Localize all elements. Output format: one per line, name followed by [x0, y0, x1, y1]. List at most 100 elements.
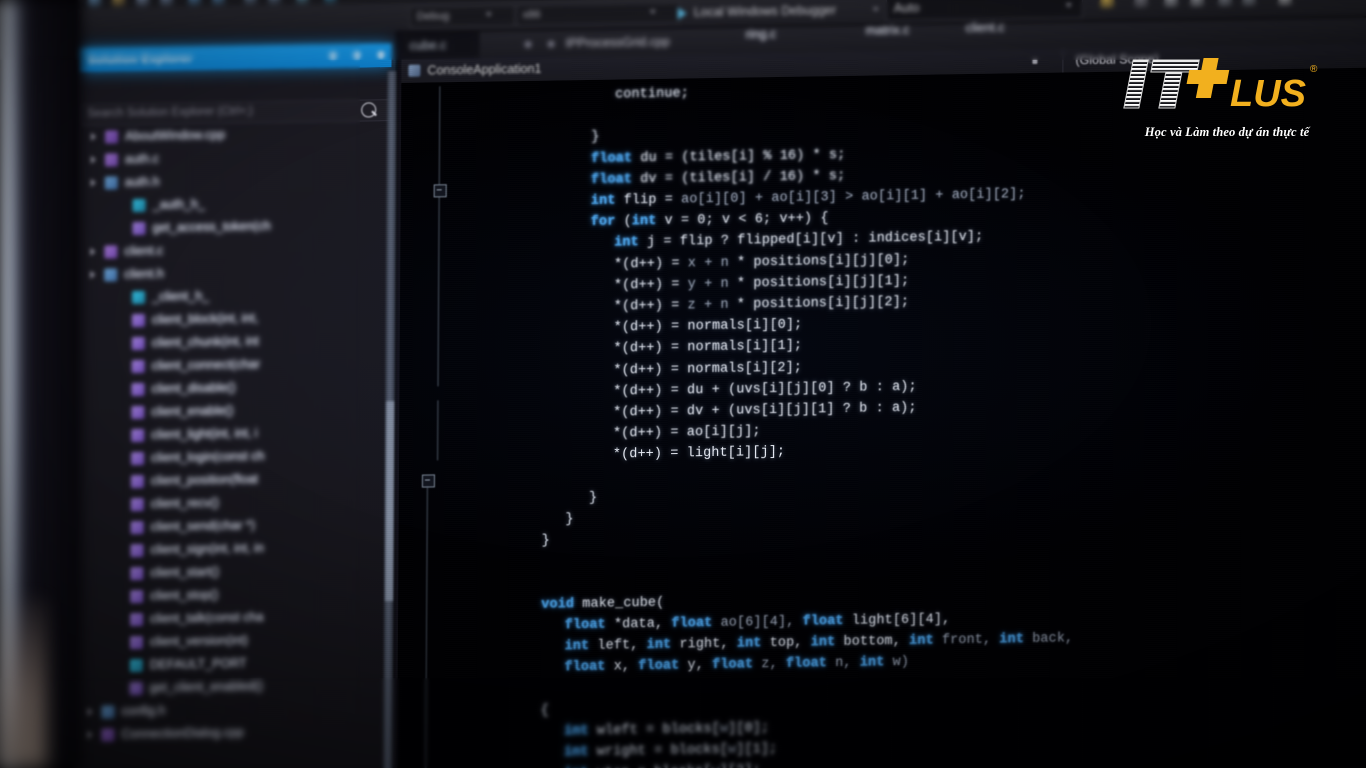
nav-back-icon[interactable] — [243, 0, 258, 5]
new-file-icon[interactable] — [87, 0, 102, 7]
save-icon[interactable] — [135, 0, 150, 7]
code-token: front, — [941, 632, 1000, 649]
method-icon — [130, 612, 144, 627]
chevron-right-icon[interactable] — [90, 155, 96, 164]
code-token: *(d++) = dv + (uvs[i][j][1] ? b : a); — [613, 400, 917, 421]
auto-caret-icon[interactable] — [1065, 3, 1072, 8]
settings-icon[interactable] — [1133, 0, 1149, 9]
attach-icon[interactable] — [1099, 0, 1115, 9]
code-token: int — [631, 213, 665, 230]
start-icon[interactable] — [323, 0, 338, 4]
code-token: x + n — [687, 255, 738, 272]
code-token: int — [999, 632, 1033, 648]
solution-tree-item-label: DEFAULT_PORT — [149, 656, 247, 672]
code-line: } — [565, 512, 573, 527]
editor-tab-cube-c[interactable]: cube.c — [401, 31, 480, 59]
code-token: float — [590, 171, 641, 188]
grid-icon[interactable] — [1163, 0, 1179, 8]
chevron-right-icon[interactable] — [90, 270, 96, 279]
indent-guide — [437, 400, 439, 461]
solution-tree-item-label: client_disable() — [151, 380, 236, 396]
nav-forward-icon[interactable] — [267, 0, 282, 5]
code-token: back, — [1032, 631, 1074, 648]
chevron-right-icon[interactable] — [90, 178, 96, 187]
solution-tree-item-label: client_enable() — [151, 403, 234, 419]
code-token: } — [565, 512, 574, 528]
sync-icon[interactable] — [295, 0, 310, 4]
method-icon — [131, 405, 145, 420]
step-over-icon[interactable] — [1241, 0, 1257, 7]
code-token: } — [589, 490, 598, 506]
code-line: continue; — [615, 86, 689, 102]
solution-tree-item-label: client_connect(char — [151, 357, 261, 373]
code-token: int — [909, 633, 942, 650]
auto-label: Auto — [893, 0, 920, 16]
chevron-right-icon[interactable] — [87, 730, 93, 739]
method-icon — [130, 474, 145, 489]
code-line: } — [591, 130, 599, 145]
debugger-caret-icon[interactable] — [872, 7, 879, 12]
code-line: for (int v = 0; v < 6; v++) { — [591, 211, 829, 230]
method-icon — [129, 681, 143, 696]
save-all-icon[interactable] — [159, 0, 174, 6]
code-token: *(d++) = — [613, 256, 688, 273]
code-token: flip = — [623, 192, 682, 209]
editor-tab-ring-c[interactable]: ring.c — [738, 20, 808, 47]
chevron-right-icon[interactable] — [87, 707, 93, 716]
code-line: int j = flip ? flipped[i][v] : indices[i… — [614, 230, 983, 251]
open-file-icon[interactable] — [111, 0, 126, 7]
configuration-dropdown[interactable]: Debug — [409, 5, 516, 28]
code-token: wright = blocks[ — [596, 742, 729, 761]
code-token: float — [564, 659, 614, 676]
indent-guide — [425, 486, 428, 768]
chevron-right-icon[interactable] — [90, 247, 96, 256]
monitor-photo: FileEditViewGitProjectBuildDebug Debug x… — [0, 0, 1366, 768]
editor-tab-IPProcessGrid-cpp[interactable]: IPProcessGrid.cpp — [558, 28, 718, 57]
macro-icon — [132, 198, 146, 213]
code-token: ][0]; — [728, 721, 770, 737]
solution-tree-item-label: client_recv() — [150, 495, 219, 511]
layout-icon[interactable] — [1189, 0, 1205, 8]
editor-tab-matrix-c[interactable]: matrix.c — [858, 17, 942, 44]
code-line: float x, float y, float z, float n, int … — [564, 655, 909, 675]
code-token: top, — [769, 635, 811, 652]
editor-tab-client-c[interactable]: client.c — [958, 14, 1038, 41]
code-token: *(d++) = normals[i][2]; — [613, 360, 803, 379]
code-line: *(d++) = light[i][j]; — [613, 445, 785, 463]
method-icon — [131, 451, 145, 466]
undo-icon[interactable] — [187, 0, 202, 6]
collapse-region-icon[interactable] — [421, 474, 435, 488]
bookmark-icon[interactable] — [1277, 0, 1293, 7]
code-token: int — [564, 639, 598, 655]
code-line: *(d++) = du + (uvs[i][j][0] ? b : a); — [613, 380, 917, 400]
search-icon[interactable] — [361, 102, 377, 118]
local-windows-debugger-button[interactable]: Local Windows Debugger — [694, 0, 837, 22]
solution-tree-item[interactable]: ConnectionDialog.cpp — [87, 719, 387, 747]
itplus-watermark: LUS ® Học và Làm theo dự án thực tế — [1112, 56, 1342, 140]
collapse-region-icon[interactable] — [433, 184, 447, 198]
step-icon[interactable] — [1217, 0, 1233, 8]
code-editor[interactable]: continue;} float du = (tiles[i] % 16) * s… — [397, 67, 1366, 768]
nav-caret-icon[interactable] — [1032, 58, 1038, 65]
code-line: *(d++) = normals[i][0]; — [614, 318, 803, 336]
code-token: ][2]; — [720, 764, 761, 768]
code-line: *(d++) = normals[i][1]; — [613, 339, 802, 357]
solution-tree-item-label: client_light(int, int, i — [151, 426, 258, 442]
svg-text:®: ® — [1310, 64, 1318, 75]
code-token: int — [810, 635, 844, 651]
nav-project-dropdown[interactable]: ConsoleApplication1 — [427, 59, 541, 81]
code-token: *(d++) = — [613, 298, 688, 315]
code-token: } — [541, 533, 550, 549]
code-token: *(d++) = du + (uvs[i][j][0] ? b : a); — [613, 379, 917, 400]
code-token: float — [785, 656, 836, 673]
play-triangle-icon[interactable] — [677, 7, 687, 20]
code-line: int wleft = blocks[w][0]; — [564, 721, 769, 739]
solution-explorer-scrollbar-thumb[interactable] — [385, 401, 395, 602]
redo-icon[interactable] — [211, 0, 226, 5]
itplus-logo: LUS ® — [1112, 56, 1342, 118]
code-token: z, — [761, 657, 786, 673]
platform-dropdown[interactable]: x86 — [515, 2, 680, 27]
code-token: float — [564, 617, 614, 634]
code-line: *(d++) = normals[i][2]; — [613, 360, 802, 378]
chevron-right-icon[interactable] — [91, 132, 97, 141]
